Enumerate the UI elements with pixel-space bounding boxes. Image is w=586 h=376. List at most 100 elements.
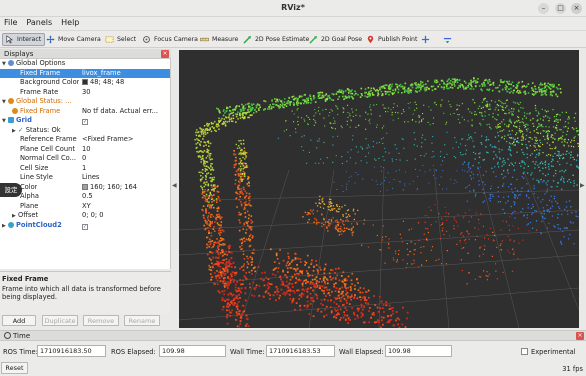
tree-row-color[interactable]: Color 160; 160; 164 (0, 183, 170, 193)
tree-row-normal-cell-count[interactable]: Normal Cell Co... 0 (0, 154, 170, 164)
displays-tree: ▼ Global Options Fixed Frame livox_frame … (0, 59, 171, 269)
pose-estimate-label: 2D Pose Estimate (255, 36, 310, 43)
move-camera-tool-button[interactable]: Move Camera (44, 33, 104, 46)
publish-point-icon (367, 35, 374, 44)
row-key: Fixed Frame (20, 106, 61, 115)
tree-row-global-options[interactable]: ▼ Global Options (0, 59, 170, 69)
remove-display-button[interactable]: Remove (83, 315, 119, 326)
time-panel: Time × ROS Time: 1710916183.50 ROS Elaps… (0, 330, 586, 376)
goal-pose-label: 2D Goal Pose (321, 36, 363, 43)
experimental-checkbox[interactable] (521, 348, 528, 355)
experimental-label: Experimental (531, 348, 576, 356)
floating-settings-badge[interactable]: 設定 (0, 183, 22, 197)
row-key: Frame Rate (20, 87, 59, 96)
minimize-button[interactable]: – (538, 3, 549, 14)
row-key: Plane (20, 201, 39, 210)
tree-row-offset[interactable]: ▶ Offset 0; 0; 0 (0, 211, 170, 221)
row-key: Reference Frame (20, 135, 77, 143)
close-window-button[interactable]: × (571, 3, 582, 14)
reference-frame-value[interactable]: <Fixed Frame> (82, 135, 170, 145)
duplicate-display-button[interactable]: Duplicate (42, 315, 78, 326)
ros-elapsed-field[interactable]: 109.98 (159, 345, 226, 357)
row-key: PointCloud2 (16, 220, 62, 229)
add-display-button[interactable]: Add (2, 315, 36, 326)
wall-time-field[interactable]: 1710916183.53 (266, 345, 335, 357)
row-key: Cell Size (20, 163, 49, 172)
measure-tool-button[interactable]: Measure (198, 33, 241, 46)
color-swatch (82, 183, 88, 190)
warning-icon (12, 107, 18, 114)
tree-row-grid[interactable]: ▼ Grid ✓ (0, 116, 170, 126)
move-camera-icon (46, 35, 55, 44)
grid-color-value[interactable]: 160; 160; 164 (82, 183, 170, 193)
row-val: 160; 160; 164 (90, 182, 138, 191)
tree-row-reference-frame[interactable]: Reference Frame <Fixed Frame> (0, 135, 170, 145)
focus-camera-tool-button[interactable]: Focus Camera (140, 33, 201, 46)
focus-camera-icon (143, 36, 150, 43)
wall-elapsed-field[interactable]: 109.98 (385, 345, 452, 357)
row-key: Global Status: ... (16, 97, 72, 105)
offset-value[interactable]: 0; 0; 0 (82, 211, 170, 221)
menu-bar: File Panels Help (0, 17, 586, 30)
line-style-value[interactable]: Lines (82, 173, 170, 183)
fixed-frame-value[interactable]: livox_frame (82, 69, 170, 79)
pose-estimate-icon (243, 35, 252, 44)
add-tool-button[interactable] (419, 33, 433, 46)
collapse-right-handle[interactable]: ▶ (580, 182, 585, 192)
collapse-left-handle[interactable]: ◀ (172, 182, 177, 192)
tree-row-cell-size[interactable]: Cell Size 1 (0, 164, 170, 174)
close-displays-panel-button[interactable]: × (161, 50, 169, 58)
tree-row-background-color[interactable]: Background Color 48; 48; 48 (0, 78, 170, 88)
tree-row-line-style[interactable]: Line Style Lines (0, 173, 170, 183)
toolbar: Interact Move Camera Select Focus Camera… (0, 30, 586, 48)
close-time-panel-button[interactable]: × (576, 332, 584, 340)
maximize-button[interactable]: □ (555, 3, 566, 14)
publish-point-label: Publish Point (378, 36, 418, 43)
wall-time-label: Wall Time: (230, 348, 265, 356)
tree-row-plane[interactable]: Plane XY (0, 202, 170, 212)
rename-display-button[interactable]: Rename (124, 315, 160, 326)
pointcloud-render (179, 50, 579, 328)
row-key: Fixed Frame (20, 68, 61, 77)
plane-cell-count-value[interactable]: 10 (82, 145, 170, 155)
pointcloud-enabled-checkbox[interactable]: ✓ (82, 223, 88, 230)
3d-viewport[interactable] (179, 50, 579, 328)
description-title: Fixed Frame (2, 275, 49, 283)
check-icon: ✓ (18, 125, 24, 134)
select-tool-button[interactable]: Select (103, 33, 139, 46)
tree-row-fixed-frame-status[interactable]: Fixed Frame No tf data. Actual err... (0, 107, 170, 117)
frame-rate-value[interactable]: 30 (82, 88, 170, 98)
grid-enabled-checkbox[interactable]: ✓ (82, 119, 88, 125)
menu-file[interactable]: File (0, 17, 22, 27)
fixed-frame-status-value: No tf data. Actual err... (82, 106, 158, 115)
ros-time-field[interactable]: 1710916183.50 (37, 345, 106, 357)
tree-row-status-ok[interactable]: ▶ ✓ Status: Ok (0, 126, 170, 136)
row-key: Color (20, 182, 38, 191)
select-icon (105, 36, 114, 43)
window-title: RViz* (281, 3, 305, 12)
interact-tool-button[interactable]: Interact (2, 33, 46, 46)
alpha-value[interactable]: 0.5 (82, 192, 170, 202)
interact-label: Interact (17, 36, 42, 43)
normal-cell-count-value[interactable]: 0 (82, 154, 170, 164)
cell-size-value[interactable]: 1 (82, 164, 170, 174)
remove-tool-button[interactable] (441, 33, 455, 46)
tree-row-fixed-frame[interactable]: Fixed Frame livox_frame (0, 68, 170, 79)
tree-row-plane-cell-count[interactable]: Plane Cell Count 10 (0, 145, 170, 155)
menu-panels[interactable]: Panels (22, 17, 57, 27)
grid-icon (8, 117, 14, 123)
tree-row-frame-rate[interactable]: Frame Rate 30 (0, 88, 170, 98)
plane-value[interactable]: XY (82, 202, 170, 212)
expand-arrow-icon[interactable]: ▶ (2, 222, 8, 232)
reset-button[interactable]: Reset (1, 362, 28, 374)
row-key: Plane Cell Count (20, 144, 75, 153)
tree-row-alpha[interactable]: Alpha 0.5 (0, 192, 170, 202)
tree-row-pointcloud2[interactable]: ▶ PointCloud2 ✓ (0, 221, 170, 231)
pose-estimate-tool-button[interactable]: 2D Pose Estimate (241, 33, 312, 46)
goal-pose-tool-button[interactable]: 2D Goal Pose (307, 33, 365, 46)
publish-point-tool-button[interactable]: Publish Point (364, 33, 420, 46)
tree-row-global-status[interactable]: ▼ Global Status: ... (0, 97, 170, 107)
background-color-value[interactable]: 48; 48; 48 (82, 78, 170, 88)
menu-help[interactable]: Help (57, 17, 84, 27)
crosshair-plus-icon (421, 35, 430, 44)
